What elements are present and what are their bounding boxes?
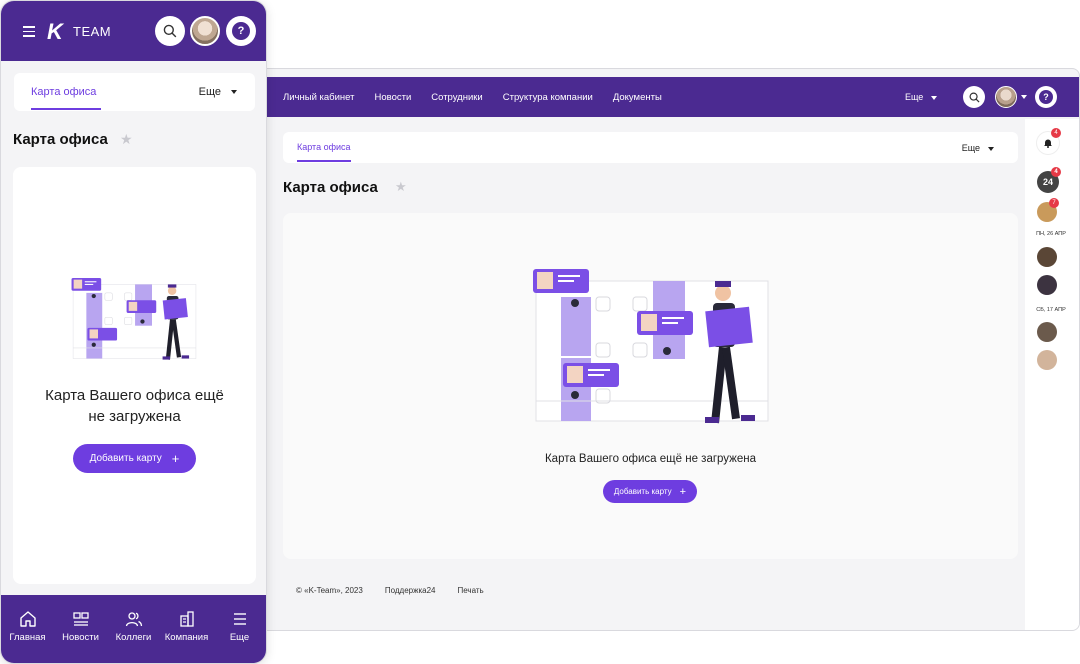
contact-avatar[interactable] — [1037, 350, 1057, 370]
office-map-card: Карта Вашего офиса ещё не загружена Доба… — [283, 213, 1018, 559]
bottom-nav-label: Новости — [62, 632, 99, 643]
stage: Личный кабинет Новости Сотрудники Структ… — [0, 0, 1080, 664]
mobile-tab-bar: Карта офиса Еще — [14, 73, 255, 111]
footer-support-link[interactable]: Поддержка24 — [385, 586, 436, 595]
mobile-bottom-nav: Главная Новости Коллеги Компания Еще — [1, 595, 266, 663]
chevron-down-icon — [231, 90, 237, 95]
tabs-more-dropdown[interactable]: Еще — [199, 86, 237, 98]
tab-office-map[interactable]: Карта офиса — [297, 142, 351, 152]
search-icon — [163, 24, 177, 38]
chat24-button[interactable]: 24 4 — [1037, 167, 1061, 193]
star-icon[interactable]: ★ — [120, 131, 133, 148]
search-button[interactable] — [963, 86, 985, 108]
bottom-nav-home[interactable]: Главная — [1, 595, 54, 663]
chat24-label: 24 — [1042, 177, 1053, 187]
chevron-down-icon — [931, 95, 938, 100]
help-button[interactable]: ? — [1035, 86, 1057, 108]
nav-link-employees[interactable]: Сотрудники — [431, 92, 482, 103]
desktop-top-nav: Личный кабинет Новости Сотрудники Структ… — [241, 77, 1079, 117]
bottom-nav-label: Коллеги — [115, 632, 152, 643]
menu-icon — [233, 613, 246, 625]
date-separator: ПН, 26 АПР — [1036, 231, 1066, 237]
contact-avatar[interactable] — [1037, 322, 1057, 342]
user-avatar[interactable] — [995, 86, 1017, 108]
plus-icon: + — [171, 451, 180, 466]
people-icon — [125, 612, 142, 627]
add-map-label: Добавить карту — [613, 487, 672, 496]
date-separator: СБ, 17 АПР — [1036, 307, 1066, 313]
empty-state-line-2: не загружена — [88, 408, 181, 425]
tabs-more-label: Еще — [961, 143, 980, 153]
footer-print-link[interactable]: Печать — [457, 586, 483, 595]
bottom-nav-company[interactable]: Компания — [160, 595, 213, 663]
bottom-nav-label: Компания — [164, 632, 209, 643]
chevron-down-icon — [988, 146, 994, 151]
question-icon: ? — [1039, 90, 1053, 104]
tab-office-map[interactable]: Карта офиса — [31, 86, 96, 98]
tabs-more-label: Еще — [198, 86, 221, 98]
tabs-more-dropdown[interactable]: Еще — [962, 143, 994, 153]
bottom-nav-news[interactable]: Новости — [54, 595, 107, 663]
page-title: Карта офиса — [13, 131, 108, 148]
contact-avatar[interactable]: 7 — [1037, 198, 1059, 222]
office-map-illustration — [533, 269, 769, 424]
brand-logo-letter[interactable]: K — [47, 19, 63, 45]
nav-link-profile[interactable]: Личный кабинет — [283, 92, 354, 103]
nav-more-label: Еще — [905, 92, 924, 102]
star-icon[interactable]: ★ — [395, 179, 407, 195]
notification-badge: 4 — [1051, 128, 1061, 138]
brand-logo-name[interactable]: TEAM — [73, 24, 111, 39]
desktop-tab-bar: Карта офиса Еще — [283, 132, 1018, 163]
empty-state-text: Карта Вашего офиса ещё не загружена — [13, 385, 256, 427]
contact-badge: 7 — [1049, 198, 1059, 208]
bottom-nav-label: Главная — [9, 632, 46, 643]
search-button[interactable] — [155, 16, 185, 46]
tab-active-indicator — [31, 108, 101, 110]
chevron-down-icon[interactable] — [1021, 95, 1027, 99]
help-button[interactable]: ? — [226, 16, 256, 46]
footer-copyright: © «K-Team», 2023 — [296, 586, 363, 595]
bell-icon — [1044, 139, 1052, 148]
nav-link-documents[interactable]: Документы — [613, 92, 662, 103]
add-map-label: Добавить карту — [89, 453, 162, 464]
desktop-footer: © «K-Team», 2023 Поддержка24 Печать — [296, 586, 506, 595]
question-icon: ? — [232, 22, 250, 40]
chat24-badge: 4 — [1051, 167, 1061, 177]
search-icon — [969, 92, 980, 103]
office-map-illustration — [71, 278, 197, 360]
nav-link-structure[interactable]: Структура компании — [503, 92, 593, 103]
add-map-button[interactable]: Добавить карту + — [73, 444, 196, 473]
empty-state-line-1: Карта Вашего офиса ещё — [45, 387, 224, 404]
right-sidebar: 4 24 4 7 ПН, 26 АПР СБ, 17 АПР — [1025, 119, 1079, 630]
building-icon — [179, 611, 194, 627]
nav-link-news[interactable]: Новости — [374, 92, 411, 103]
mobile-window: K TEAM ? Карта офиса Еще Карта офиса ★ К… — [0, 0, 267, 664]
notifications-button[interactable]: 4 — [1037, 128, 1061, 154]
mobile-header: K TEAM ? — [1, 1, 266, 61]
add-map-button[interactable]: Добавить карту + — [603, 480, 697, 503]
empty-state-text: Карта Вашего офиса ещё не загружена — [544, 453, 757, 465]
contact-avatar[interactable] — [1037, 247, 1057, 267]
hamburger-menu-icon[interactable] — [23, 26, 35, 40]
tab-active-indicator — [297, 160, 351, 162]
contact-avatar[interactable] — [1037, 275, 1057, 295]
nav-more-dropdown[interactable]: Еще — [905, 92, 938, 102]
bottom-nav-more[interactable]: Еще — [213, 595, 266, 663]
desktop-window: Личный кабинет Новости Сотрудники Структ… — [240, 68, 1080, 631]
news-icon — [72, 612, 89, 626]
page-title: Карта офиса — [283, 179, 378, 196]
home-icon — [19, 611, 36, 627]
bottom-nav-label: Еще — [229, 632, 250, 643]
bottom-nav-colleagues[interactable]: Коллеги — [107, 595, 160, 663]
desktop-nav-links: Личный кабинет Новости Сотрудники Структ… — [283, 92, 682, 103]
plus-icon: + — [679, 485, 687, 498]
user-avatar[interactable] — [190, 16, 220, 46]
office-map-card: Карта Вашего офиса ещё не загружена Доба… — [13, 167, 256, 584]
